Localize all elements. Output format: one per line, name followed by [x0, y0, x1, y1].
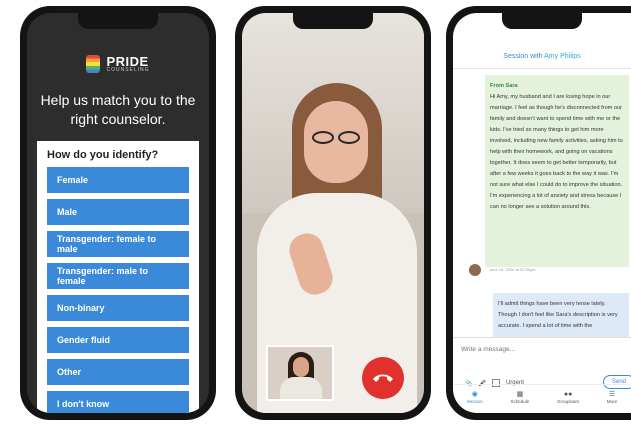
menu-icon: ☰ [608, 390, 616, 398]
phone-notch [293, 13, 373, 29]
option-trans-ftm[interactable]: Transgender: female to male [47, 231, 189, 257]
intake-headline: Help us match you to the right counselor… [40, 92, 196, 127]
rainbow-flag-icon [86, 55, 101, 73]
avatar [469, 264, 481, 276]
question-label: How do you identify? [47, 149, 159, 161]
option-female[interactable]: Female [47, 167, 189, 193]
option-non-binary[interactable]: Non-binary [47, 295, 189, 321]
group-icon: ●● [563, 390, 573, 398]
divider [453, 68, 631, 69]
compose-area [453, 337, 631, 374]
self-view-thumbnail[interactable] [266, 345, 334, 401]
message-text: Hi Amy, my husband and I are losing hope… [490, 94, 623, 210]
session-title: Session with Amy Philips [503, 53, 581, 60]
option-trans-mtf[interactable]: Transgender: male to female [47, 263, 189, 289]
phone-hangup-icon [373, 374, 393, 382]
brand-sub: COUNSELING [106, 67, 150, 73]
video-screen [242, 13, 424, 413]
message-input[interactable] [453, 342, 619, 357]
bottom-tab-bar: ◉ Session ▦ Schedule ●● Groupinars ☰ Mor… [453, 384, 631, 409]
message-text: I'll admit things have been very tense l… [498, 301, 618, 329]
end-call-button[interactable] [362, 357, 404, 399]
pride-logo: PRIDE COUNSELING [27, 55, 209, 73]
phone-video-call [235, 6, 431, 420]
phone-messaging: Session with Amy Philips From Sara Hi Am… [446, 6, 631, 420]
option-male[interactable]: Male [47, 199, 189, 225]
tab-more[interactable]: ☰ More [607, 385, 617, 409]
option-gender-fluid[interactable]: Gender fluid [47, 327, 189, 353]
chat-bubble-icon: ◉ [471, 390, 478, 398]
glasses-icon [308, 131, 364, 145]
tab-groupinars[interactable]: ●● Groupinars [557, 385, 579, 409]
phone-notch [78, 13, 158, 29]
phone-intake: PRIDE COUNSELING Help us match you to th… [20, 6, 216, 420]
phone-notch [502, 13, 582, 29]
chat-screen: Session with Amy Philips From Sara Hi Am… [453, 13, 631, 413]
message-sender: From Sara [490, 83, 518, 89]
question-card: How do you identify? Female Male Transge… [37, 141, 199, 413]
counselor-name[interactable]: Amy Philips [544, 53, 581, 60]
intake-screen: PRIDE COUNSELING Help us match you to th… [27, 13, 209, 413]
message-timestamp: June 15, 2020 at 02:30pm [489, 267, 536, 272]
calendar-icon: ▦ [516, 390, 524, 398]
message-incoming: From Sara Hi Amy, my husband and I are l… [485, 75, 629, 267]
option-dont-know[interactable]: I don't know [47, 391, 189, 413]
option-other[interactable]: Other [47, 359, 189, 385]
message-outgoing: I'll admit things have been very tense l… [493, 293, 629, 339]
tab-session[interactable]: ◉ Session [467, 385, 483, 409]
tab-schedule[interactable]: ▦ Schedule [511, 385, 530, 409]
